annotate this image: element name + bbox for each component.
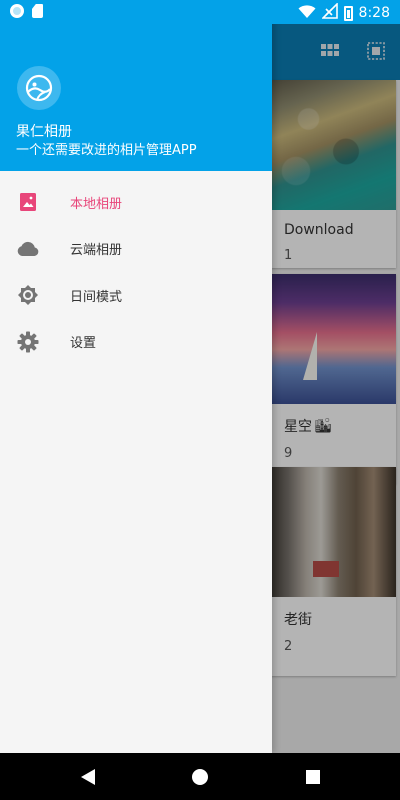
sd-card-icon — [32, 4, 43, 18]
menu-label: 本地相册 — [70, 196, 123, 212]
navigation-drawer: 果仁相册 一个还需要改进的相片管理APP 本地相册 云端相册 日间模式 设置 — [0, 0, 272, 753]
menu-item-cloud-album[interactable]: 云端相册 — [0, 226, 272, 273]
no-signal-icon — [320, 2, 338, 23]
menu-label: 设置 — [70, 336, 97, 352]
settings-gear-icon — [16, 330, 40, 354]
local-album-icon — [16, 190, 40, 214]
back-triangle-icon[interactable] — [78, 767, 98, 787]
menu-item-local-album[interactable]: 本地相册 — [0, 179, 272, 226]
menu-item-day-mode[interactable]: 日间模式 — [0, 272, 272, 319]
status-bar: 8:28 — [0, 0, 400, 24]
cloud-icon — [16, 237, 40, 261]
app-name: 果仁相册 — [16, 124, 72, 140]
menu-label: 云端相册 — [70, 243, 123, 259]
wifi-icon — [298, 4, 316, 23]
app-logo-avatar[interactable] — [17, 66, 61, 110]
recents-square-icon[interactable] — [303, 767, 323, 787]
home-circle-icon[interactable] — [190, 767, 210, 787]
menu-item-settings[interactable]: 设置 — [0, 319, 272, 366]
drawer-menu: 本地相册 云端相册 日间模式 设置 — [0, 179, 272, 365]
brightness-icon — [16, 283, 40, 307]
status-time: 8:28 — [358, 5, 390, 21]
app-logo-icon — [25, 74, 53, 102]
system-nav-bar — [0, 753, 400, 800]
drawer-header: 果仁相册 一个还需要改进的相片管理APP — [0, 0, 272, 171]
battery-icon — [343, 5, 353, 21]
notification-ring-icon — [10, 4, 24, 18]
menu-label: 日间模式 — [70, 289, 123, 305]
app-slogan: 一个还需要改进的相片管理APP — [16, 143, 197, 158]
